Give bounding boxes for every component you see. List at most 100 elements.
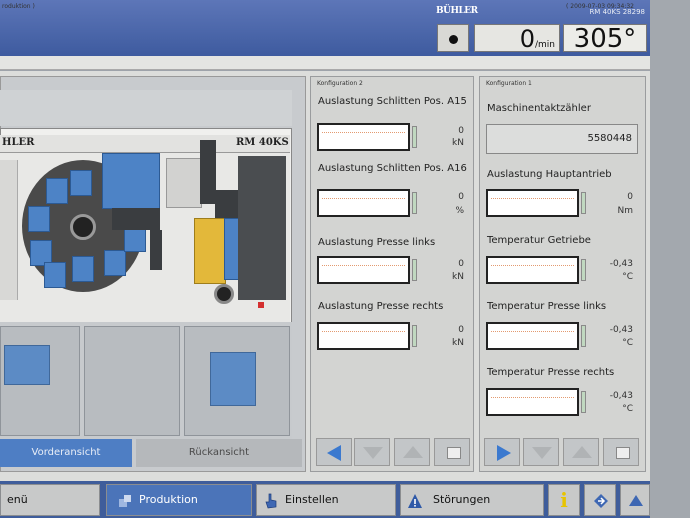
config2-unit-press-left: kN	[452, 272, 464, 282]
settings-button[interactable]: Einstellen	[256, 484, 396, 516]
settings-label: Einstellen	[285, 493, 339, 506]
config2-stepper-a15[interactable]	[412, 126, 417, 148]
config1-unit-gear-temp: °C	[622, 272, 633, 282]
navigate-arrow-icon	[594, 494, 608, 508]
config1-label-gear-temp: Temperatur Getriebe	[487, 235, 591, 246]
arrow-left-icon	[327, 445, 341, 461]
config2-unit-press-right: kN	[452, 338, 464, 348]
rpm-value: 0	[519, 25, 535, 53]
config2-unit-a15: kN	[452, 138, 464, 148]
tool-station[interactable]	[124, 228, 146, 252]
config1-unit-press-left-temp: °C	[622, 338, 633, 348]
rpm-unit: /min	[534, 40, 555, 50]
config2-prev-button[interactable]	[316, 438, 352, 466]
config2-stepper-press-left[interactable]	[412, 259, 417, 281]
turret-hub	[70, 214, 96, 240]
config2-window-button[interactable]	[434, 438, 470, 466]
config2-down-button[interactable]	[354, 438, 390, 466]
window-icon	[447, 447, 461, 459]
hand-pointer-icon	[265, 493, 277, 509]
warning-icon	[408, 494, 422, 508]
tab-rear-view[interactable]: Rückansicht	[136, 439, 302, 467]
lower-tool-right[interactable]	[210, 352, 256, 406]
config1-up-button[interactable]	[563, 438, 599, 466]
tool-station[interactable]	[28, 206, 50, 232]
tool-station[interactable]	[44, 262, 66, 288]
arrow-down-icon	[532, 447, 552, 459]
faults-label: Störungen	[433, 493, 491, 506]
tool-station-top[interactable]	[102, 153, 160, 209]
production-button[interactable]: Produktion	[106, 484, 252, 516]
config2-gauge-press-left	[317, 256, 410, 284]
config1-stepper-main-drive[interactable]	[581, 192, 586, 214]
config1-stepper-gear-temp[interactable]	[581, 259, 586, 281]
lower-tool-left[interactable]	[4, 345, 50, 385]
config-2-title: Konfiguration 2	[317, 80, 363, 87]
faults-button[interactable]: Störungen	[400, 484, 544, 516]
machine-side-frame	[0, 160, 18, 300]
info-icon: i	[560, 488, 568, 512]
production-icon	[119, 495, 131, 507]
tool-station[interactable]	[72, 256, 94, 282]
config1-gauge-main-drive	[486, 189, 579, 217]
config2-gauge-press-right	[317, 322, 410, 350]
info-button[interactable]: i	[548, 484, 580, 516]
config1-unit-main-drive: Nm	[617, 206, 634, 216]
config2-value-a16: 0	[458, 192, 464, 202]
press-head	[215, 190, 239, 218]
view-top-area	[0, 90, 292, 126]
angle-display: 305°	[563, 24, 647, 53]
config1-label-press-left-temp: Temperatur Presse links	[487, 301, 607, 312]
menu-button[interactable]: enü	[0, 484, 100, 516]
config2-value-a15: 0	[458, 126, 464, 136]
config1-window-button[interactable]	[603, 438, 639, 466]
arrow-right-icon	[497, 445, 511, 461]
config1-gauge-gear-temp	[486, 256, 579, 284]
config1-value-gear-temp: -0,43	[609, 259, 633, 269]
machine-model-label: RM 40KS	[236, 137, 289, 148]
arrow-up-icon	[572, 446, 592, 458]
config2-value-press-right: 0	[458, 325, 464, 335]
config1-stepper-press-right-temp[interactable]	[581, 391, 586, 413]
menu-label: enü	[7, 493, 28, 506]
right-background	[650, 0, 690, 518]
status-strip	[0, 56, 650, 70]
config1-value-press-left-temp: -0,43	[609, 325, 633, 335]
config1-gauge-press-right-temp	[486, 388, 579, 416]
cycle-counter-value: 5580448	[587, 133, 632, 144]
timestamp: ( 2009-07-03 09:34:32	[566, 3, 634, 10]
scroll-up-button[interactable]	[620, 484, 650, 516]
tool-station[interactable]	[104, 250, 126, 276]
tool-station[interactable]	[46, 178, 68, 204]
config-1-title: Konfiguration 1	[486, 80, 532, 87]
brand-logo: BÜHLER	[436, 6, 478, 16]
production-label: Produktion	[139, 493, 198, 506]
press-unit[interactable]	[194, 218, 226, 284]
config2-stepper-a16[interactable]	[412, 192, 417, 214]
cycle-counter-label: Maschinentaktzähler	[487, 103, 591, 114]
config1-stepper-press-left-temp[interactable]	[581, 325, 586, 347]
tab-front-view[interactable]: Vorderansicht	[0, 439, 132, 467]
navigate-button[interactable]	[584, 484, 616, 516]
config2-gauge-a16	[317, 189, 410, 217]
config2-stepper-press-right[interactable]	[412, 325, 417, 347]
config2-label-press-left: Auslastung Presse links	[318, 237, 436, 248]
tool-station[interactable]	[70, 170, 92, 196]
machine-status-icon[interactable]	[437, 24, 469, 52]
config1-next-button[interactable]	[484, 438, 520, 466]
drive-wheel	[214, 284, 234, 304]
spindle-column	[200, 140, 216, 204]
config1-value-main-drive: 0	[627, 192, 633, 202]
arrow-up-icon	[629, 495, 643, 506]
lower-panel-center	[84, 326, 180, 436]
rpm-display: 0/min	[474, 24, 560, 53]
config1-gauge-press-left-temp	[486, 322, 579, 350]
machine-logo: HLER	[2, 137, 35, 148]
config1-value-press-right-temp: -0,43	[609, 391, 633, 401]
config1-down-button[interactable]	[523, 438, 559, 466]
config1-label-press-right-temp: Temperatur Presse rechts	[487, 367, 615, 378]
window-icon	[616, 447, 630, 459]
config2-gauge-a15	[317, 123, 410, 151]
config2-up-button[interactable]	[394, 438, 430, 466]
config1-label-main-drive: Auslastung Hauptantrieb	[487, 169, 612, 180]
